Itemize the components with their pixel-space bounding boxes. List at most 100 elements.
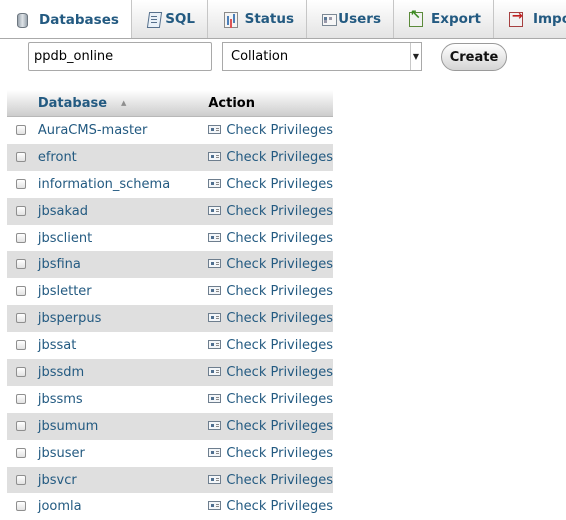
check-privileges-link[interactable]: Check Privileges bbox=[201, 359, 333, 386]
row-checkbox-cell bbox=[7, 305, 30, 332]
check-privileges-label: Check Privileges bbox=[226, 204, 333, 219]
check-privileges-link[interactable]: Check Privileges bbox=[201, 251, 333, 278]
database-name-link[interactable]: jbsakad bbox=[30, 198, 202, 225]
check-privileges-label: Check Privileges bbox=[226, 257, 333, 272]
privileges-icon bbox=[208, 340, 221, 349]
table-row: jbsletter Check Privileges bbox=[7, 278, 333, 305]
row-checkbox[interactable] bbox=[16, 448, 26, 458]
server-tab-bar: Databases SQL Status Users Export Impo bbox=[0, 0, 566, 39]
check-privileges-label: Check Privileges bbox=[226, 365, 333, 380]
row-checkbox-cell bbox=[7, 386, 30, 413]
table-row: jbsfina Check Privileges bbox=[7, 251, 333, 278]
check-privileges-label: Check Privileges bbox=[226, 311, 333, 326]
row-checkbox[interactable] bbox=[16, 259, 26, 269]
database-name-link[interactable]: jbsvcr bbox=[30, 467, 202, 494]
row-checkbox[interactable] bbox=[16, 340, 26, 350]
check-privileges-link[interactable]: Check Privileges bbox=[201, 413, 333, 440]
check-privileges-link[interactable]: Check Privileges bbox=[201, 225, 333, 252]
check-privileges-link[interactable]: Check Privileges bbox=[201, 171, 333, 198]
check-privileges-link[interactable]: Check Privileges bbox=[201, 440, 333, 467]
tab-import[interactable]: Impo bbox=[494, 0, 566, 38]
check-privileges-label: Check Privileges bbox=[226, 284, 333, 299]
check-privileges-label: Check Privileges bbox=[226, 499, 333, 514]
row-checkbox[interactable] bbox=[16, 421, 26, 431]
check-privileges-link[interactable]: Check Privileges bbox=[201, 117, 333, 144]
table-row: jbsakad Check Privileges bbox=[7, 198, 333, 225]
database-name-link[interactable]: jbsumum bbox=[30, 413, 202, 440]
row-checkbox[interactable] bbox=[16, 286, 26, 296]
header-checkbox-column bbox=[7, 90, 30, 117]
privileges-icon bbox=[208, 313, 221, 322]
check-privileges-link[interactable]: Check Privileges bbox=[201, 386, 333, 413]
tab-label: Databases bbox=[39, 12, 119, 28]
database-name-link[interactable]: jbsfina bbox=[30, 251, 202, 278]
check-privileges-label: Check Privileges bbox=[226, 150, 333, 165]
database-name-link[interactable]: joomla bbox=[30, 493, 202, 520]
row-checkbox[interactable] bbox=[16, 125, 26, 135]
check-privileges-link[interactable]: Check Privileges bbox=[201, 332, 333, 359]
tab-users[interactable]: Users bbox=[307, 0, 394, 38]
database-name-link[interactable]: jbssat bbox=[30, 332, 202, 359]
database-name-link[interactable]: efront bbox=[30, 144, 202, 171]
privileges-icon bbox=[208, 125, 221, 134]
row-checkbox[interactable] bbox=[16, 179, 26, 189]
check-privileges-link[interactable]: Check Privileges bbox=[201, 144, 333, 171]
privileges-icon bbox=[208, 421, 221, 430]
database-name-link[interactable]: jbsletter bbox=[30, 278, 202, 305]
database-header-label: Database bbox=[38, 96, 107, 111]
row-checkbox[interactable] bbox=[16, 394, 26, 404]
tab-databases[interactable]: Databases bbox=[0, 0, 132, 39]
database-icon bbox=[14, 12, 30, 28]
row-checkbox[interactable] bbox=[16, 152, 26, 162]
tab-export[interactable]: Export bbox=[394, 0, 494, 38]
tab-label: Users bbox=[338, 11, 381, 27]
check-privileges-label: Check Privileges bbox=[226, 419, 333, 434]
row-checkbox[interactable] bbox=[16, 313, 26, 323]
database-name-link[interactable]: jbsperpus bbox=[30, 305, 202, 332]
row-checkbox[interactable] bbox=[16, 233, 26, 243]
privileges-icon bbox=[208, 475, 221, 484]
databases-table-body: AuraCMS-masterCheck PrivilegesefrontChec… bbox=[7, 117, 333, 520]
row-checkbox-cell bbox=[7, 413, 30, 440]
table-row: jbsumum Check Privileges bbox=[7, 413, 333, 440]
row-checkbox[interactable] bbox=[16, 501, 26, 511]
table-row: efront Check Privileges bbox=[7, 144, 333, 171]
tab-status[interactable]: Status bbox=[208, 0, 307, 38]
row-checkbox-cell bbox=[7, 251, 30, 278]
row-checkbox[interactable] bbox=[16, 475, 26, 485]
check-privileges-link[interactable]: Check Privileges bbox=[201, 198, 333, 225]
create-button[interactable]: Create bbox=[441, 43, 507, 71]
row-checkbox-cell bbox=[7, 440, 30, 467]
table-row: jbsvcr Check Privileges bbox=[7, 467, 333, 494]
tab-sql[interactable]: SQL bbox=[132, 0, 208, 38]
check-privileges-link[interactable]: Check Privileges bbox=[201, 278, 333, 305]
database-name-link[interactable]: jbsuser bbox=[30, 440, 202, 467]
row-checkbox-cell bbox=[7, 359, 30, 386]
database-name-link[interactable]: jbssdm bbox=[30, 359, 202, 386]
sql-icon bbox=[146, 11, 156, 27]
check-privileges-link[interactable]: Check Privileges bbox=[201, 467, 333, 494]
database-column-header[interactable]: Database▲ bbox=[30, 90, 202, 117]
tab-label: Status bbox=[245, 11, 294, 27]
import-icon bbox=[508, 11, 524, 27]
check-privileges-link[interactable]: Check Privileges bbox=[201, 305, 333, 332]
table-row: jbsperpus Check Privileges bbox=[7, 305, 333, 332]
row-checkbox[interactable] bbox=[16, 367, 26, 377]
table-row: jbssatCheck Privileges bbox=[7, 332, 333, 359]
check-privileges-link[interactable]: Check Privileges bbox=[201, 493, 333, 520]
database-name-link[interactable]: AuraCMS-master bbox=[30, 117, 202, 144]
collation-select[interactable]: Collation ▼ bbox=[222, 42, 422, 71]
collation-selected-value: Collation bbox=[223, 49, 410, 64]
database-name-input[interactable] bbox=[28, 42, 212, 71]
row-checkbox[interactable] bbox=[16, 206, 26, 216]
privileges-icon bbox=[208, 233, 221, 242]
privileges-icon bbox=[208, 367, 221, 376]
database-name-link[interactable]: jbssms bbox=[30, 386, 202, 413]
users-icon bbox=[321, 11, 329, 27]
row-checkbox-cell bbox=[7, 225, 30, 252]
status-icon bbox=[222, 11, 236, 27]
tab-label: SQL bbox=[165, 11, 195, 27]
check-privileges-label: Check Privileges bbox=[226, 473, 333, 488]
database-name-link[interactable]: jbsclient bbox=[30, 225, 202, 252]
database-name-link[interactable]: information_schema bbox=[30, 171, 202, 198]
